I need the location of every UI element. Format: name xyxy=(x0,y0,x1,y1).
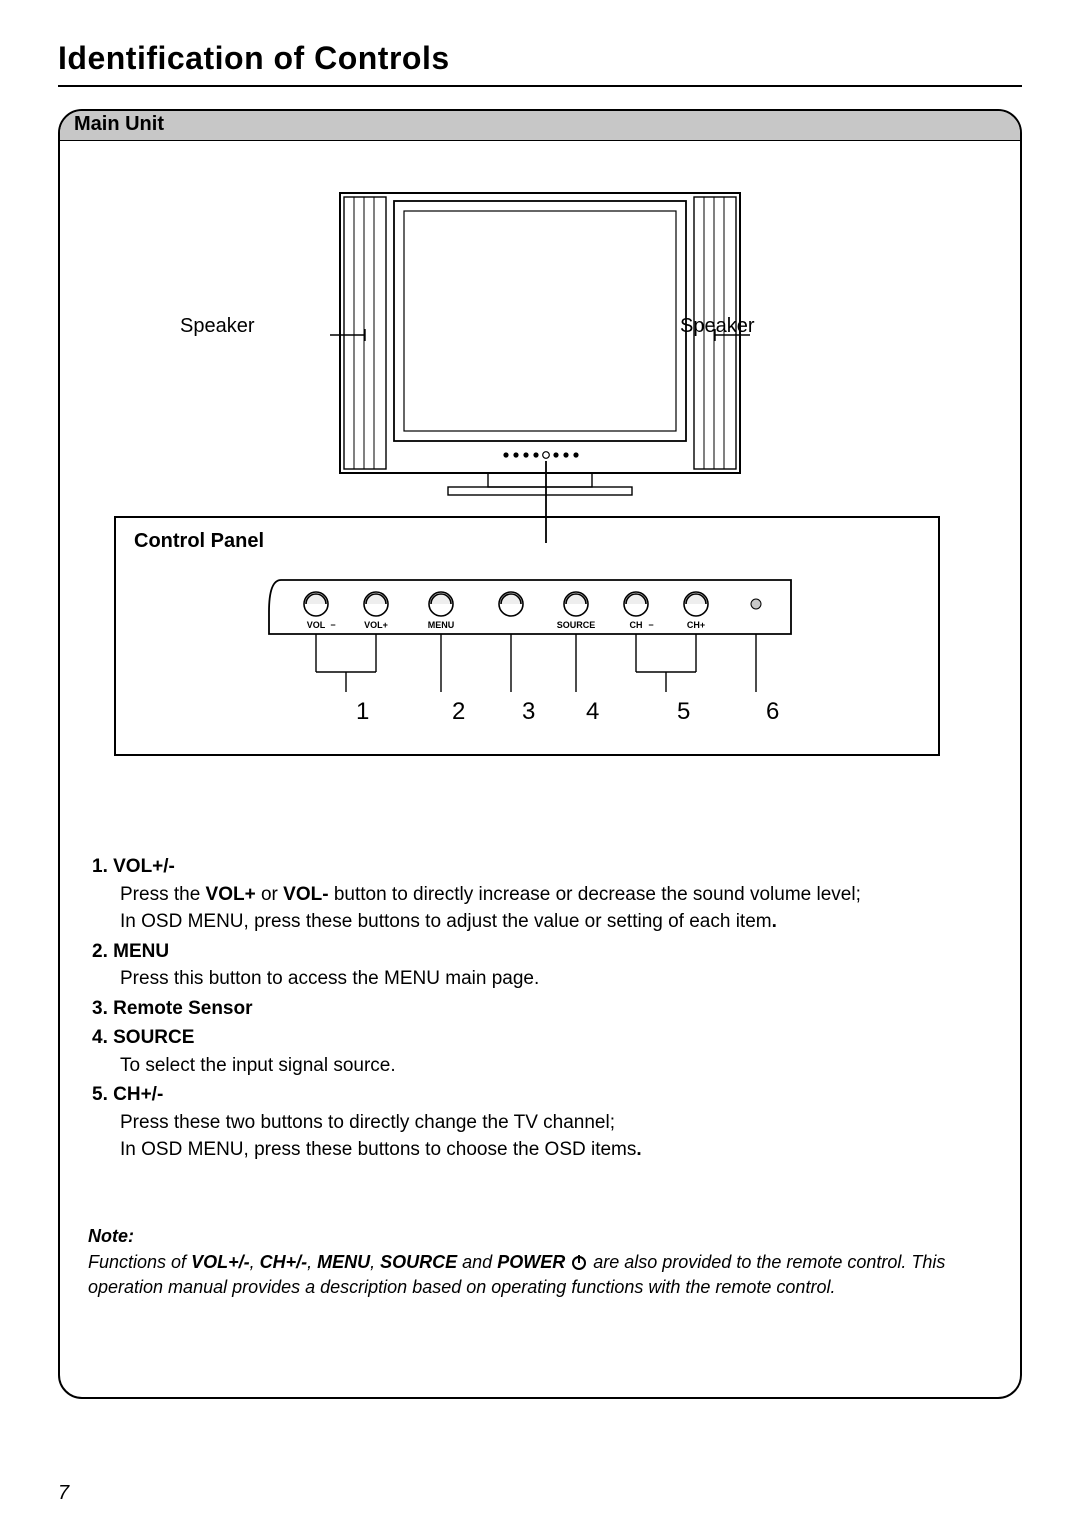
svg-text:CH+: CH+ xyxy=(687,620,705,630)
callout-num-5: 5 xyxy=(677,698,690,726)
svg-text:VOL: VOL xyxy=(307,620,326,630)
description-head: 5. CH+/- xyxy=(92,1081,988,1109)
description-item: 4. SOURCETo select the input signal sour… xyxy=(92,1024,988,1079)
callout-num-2: 2 xyxy=(452,698,465,726)
speaker-label-left: Speaker xyxy=(180,315,255,338)
page-number: 7 xyxy=(58,1482,69,1505)
descriptions-block: 1. VOL+/-Press the VOL+ or VOL- button t… xyxy=(60,791,1020,1164)
callout-num-6: 6 xyxy=(766,698,779,726)
svg-text:VOL+: VOL+ xyxy=(364,620,388,630)
svg-text:MENU: MENU xyxy=(428,620,455,630)
main-unit-box: Main Unit Speaker Speaker xyxy=(58,109,1022,1399)
callout-num-3: 3 xyxy=(522,698,535,726)
description-item: 2. MENUPress this button to access the M… xyxy=(92,938,988,993)
note-block: Note: Functions of VOL+/-, CH+/-, MENU, … xyxy=(60,1166,1020,1301)
svg-text:CH: CH xyxy=(630,620,643,630)
description-head: 4. SOURCE xyxy=(92,1024,988,1052)
description-item: 5. CH+/-Press these two buttons to direc… xyxy=(92,1081,988,1164)
note-body: Functions of VOL+/-, CH+/-, MENU, SOURCE… xyxy=(88,1250,992,1301)
description-head: 2. MENU xyxy=(92,938,988,966)
description-body-line: In OSD MENU, press these buttons to adju… xyxy=(92,908,988,936)
diagram-area: Speaker Speaker xyxy=(60,161,1020,791)
svg-text:−: − xyxy=(330,620,335,630)
power-icon xyxy=(572,1256,586,1270)
callout-num-4: 4 xyxy=(586,698,599,726)
description-item: 3. Remote Sensor xyxy=(92,995,988,1023)
control-panel-box: Control Panel xyxy=(114,516,940,756)
description-body-line: To select the input signal source. xyxy=(92,1052,988,1080)
control-panel-illustration: VOL− VOL+ MENU SOURCE CH− CH+ xyxy=(261,572,821,712)
main-unit-header: Main Unit xyxy=(60,111,1020,141)
svg-text:−: − xyxy=(648,620,653,630)
svg-text:SOURCE: SOURCE xyxy=(557,620,596,630)
description-item: 1. VOL+/-Press the VOL+ or VOL- button t… xyxy=(92,853,988,936)
callout-num-1: 1 xyxy=(356,698,369,726)
description-body-line: Press this button to access the MENU mai… xyxy=(92,965,988,993)
description-body-line: Press the VOL+ or VOL- button to directl… xyxy=(92,881,988,909)
control-panel-title: Control Panel xyxy=(134,530,920,553)
title-rule xyxy=(58,85,1022,87)
page-title: Identification of Controls xyxy=(58,40,1022,77)
description-body-line: In OSD MENU, press these buttons to choo… xyxy=(92,1136,988,1164)
tv-illustration xyxy=(330,183,750,543)
description-head: 3. Remote Sensor xyxy=(92,995,988,1023)
note-head: Note: xyxy=(88,1224,992,1250)
description-head: 1. VOL+/- xyxy=(92,853,988,881)
description-body-line: Press these two buttons to directly chan… xyxy=(92,1109,988,1137)
